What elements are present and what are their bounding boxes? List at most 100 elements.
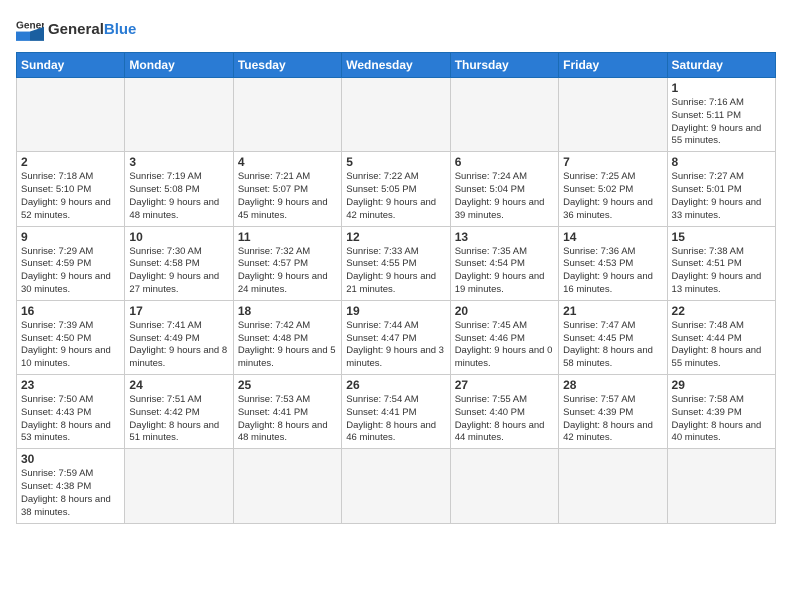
- day-info: Sunrise: 7:41 AM Sunset: 4:49 PM Dayligh…: [129, 320, 228, 371]
- calendar-cell: 16 Sunrise: 7:39 AM Sunset: 4:50 PM Dayli…: [17, 300, 125, 374]
- day-number: 17: [129, 304, 228, 318]
- day-number: 9: [21, 230, 120, 244]
- calendar-cell: 4Sunrise: 7:21 AM Sunset: 5:07 PM Daylig…: [233, 152, 341, 226]
- calendar-cell: [559, 449, 667, 523]
- day-info: Sunrise: 7:36 AM Sunset: 4:53 PM Dayligh…: [563, 246, 662, 297]
- calendar-cell: 30 Sunrise: 7:59 AM Sunset: 4:38 PM Dayli…: [17, 449, 125, 523]
- day-number: 27: [455, 378, 554, 392]
- calendar-cell: 24Sunrise: 7:51 AM Sunset: 4:42 PM Dayli…: [125, 375, 233, 449]
- weekday-header-tuesday: Tuesday: [233, 53, 341, 78]
- page: General GeneralBlue SundayMondayTuesdayW…: [0, 0, 792, 612]
- day-number: 26: [346, 378, 445, 392]
- day-info: Sunrise: 7:25 AM Sunset: 5:02 PM Dayligh…: [563, 171, 662, 222]
- calendar-cell: [125, 78, 233, 152]
- calendar-cell: 19 Sunrise: 7:44 AM Sunset: 4:47 PM Dayli…: [342, 300, 450, 374]
- day-number: 7: [563, 155, 662, 169]
- day-number: 13: [455, 230, 554, 244]
- calendar-cell: 25 Sunrise: 7:53 AM Sunset: 4:41 PM Dayli…: [233, 375, 341, 449]
- day-number: 25: [238, 378, 337, 392]
- day-info: Sunrise: 7:47 AM Sunset: 4:45 PM Dayligh…: [563, 320, 662, 371]
- day-number: 10: [129, 230, 228, 244]
- day-number: 20: [455, 304, 554, 318]
- day-info: Sunrise: 7:22 AM Sunset: 5:05 PM Dayligh…: [346, 171, 445, 222]
- calendar-cell: [342, 449, 450, 523]
- calendar-week-row: 30 Sunrise: 7:59 AM Sunset: 4:38 PM Dayli…: [17, 449, 776, 523]
- day-number: 11: [238, 230, 337, 244]
- day-number: 22: [672, 304, 771, 318]
- weekday-header-sunday: Sunday: [17, 53, 125, 78]
- day-number: 28: [563, 378, 662, 392]
- calendar-week-row: 1Sunrise: 7:16 AM Sunset: 5:11 PM Daylig…: [17, 78, 776, 152]
- calendar-cell: 15 Sunrise: 7:38 AM Sunset: 4:51 PM Dayli…: [667, 226, 775, 300]
- weekday-header-wednesday: Wednesday: [342, 53, 450, 78]
- day-number: 16: [21, 304, 120, 318]
- day-number: 5: [346, 155, 445, 169]
- calendar-cell: 6 Sunrise: 7:24 AM Sunset: 5:04 PM Daylig…: [450, 152, 558, 226]
- day-number: 8: [672, 155, 771, 169]
- calendar-cell: 17 Sunrise: 7:41 AM Sunset: 4:49 PM Dayli…: [125, 300, 233, 374]
- day-info: Sunrise: 7:24 AM Sunset: 5:04 PM Dayligh…: [455, 171, 554, 222]
- calendar-table: SundayMondayTuesdayWednesdayThursdayFrid…: [16, 52, 776, 524]
- day-info: Sunrise: 7:38 AM Sunset: 4:51 PM Dayligh…: [672, 246, 771, 297]
- day-number: 18: [238, 304, 337, 318]
- calendar-cell: 9 Sunrise: 7:29 AM Sunset: 4:59 PM Daylig…: [17, 226, 125, 300]
- day-number: 14: [563, 230, 662, 244]
- calendar-cell: 18 Sunrise: 7:42 AM Sunset: 4:48 PM Dayli…: [233, 300, 341, 374]
- calendar-week-row: 23 Sunrise: 7:50 AM Sunset: 4:43 PM Dayli…: [17, 375, 776, 449]
- calendar-cell: 7 Sunrise: 7:25 AM Sunset: 5:02 PM Daylig…: [559, 152, 667, 226]
- day-info: Sunrise: 7:54 AM Sunset: 4:41 PM Dayligh…: [346, 394, 445, 445]
- day-info: Sunrise: 7:27 AM Sunset: 5:01 PM Dayligh…: [672, 171, 771, 222]
- day-number: 30: [21, 452, 120, 466]
- weekday-header-monday: Monday: [125, 53, 233, 78]
- calendar-cell: [125, 449, 233, 523]
- day-info: Sunrise: 7:58 AM Sunset: 4:39 PM Dayligh…: [672, 394, 771, 445]
- day-info: Sunrise: 7:42 AM Sunset: 4:48 PM Dayligh…: [238, 320, 337, 371]
- calendar-cell: 5 Sunrise: 7:22 AM Sunset: 5:05 PM Daylig…: [342, 152, 450, 226]
- calendar-week-row: 9 Sunrise: 7:29 AM Sunset: 4:59 PM Daylig…: [17, 226, 776, 300]
- calendar-cell: [450, 78, 558, 152]
- calendar-cell: 12Sunrise: 7:33 AM Sunset: 4:55 PM Dayli…: [342, 226, 450, 300]
- day-info: Sunrise: 7:39 AM Sunset: 4:50 PM Dayligh…: [21, 320, 120, 371]
- day-info: Sunrise: 7:50 AM Sunset: 4:43 PM Dayligh…: [21, 394, 120, 445]
- weekday-header-row: SundayMondayTuesdayWednesdayThursdayFrid…: [17, 53, 776, 78]
- calendar-cell: 21 Sunrise: 7:47 AM Sunset: 4:45 PM Dayli…: [559, 300, 667, 374]
- day-info: Sunrise: 7:30 AM Sunset: 4:58 PM Dayligh…: [129, 246, 228, 297]
- day-number: 4: [238, 155, 337, 169]
- weekday-header-friday: Friday: [559, 53, 667, 78]
- day-number: 15: [672, 230, 771, 244]
- calendar-cell: 2Sunrise: 7:18 AM Sunset: 5:10 PM Daylig…: [17, 152, 125, 226]
- calendar-cell: 3Sunrise: 7:19 AM Sunset: 5:08 PM Daylig…: [125, 152, 233, 226]
- calendar-cell: 20 Sunrise: 7:45 AM Sunset: 4:46 PM Dayli…: [450, 300, 558, 374]
- calendar-cell: [667, 449, 775, 523]
- calendar-cell: 14 Sunrise: 7:36 AM Sunset: 4:53 PM Dayli…: [559, 226, 667, 300]
- calendar-cell: 10 Sunrise: 7:30 AM Sunset: 4:58 PM Dayli…: [125, 226, 233, 300]
- calendar-week-row: 16 Sunrise: 7:39 AM Sunset: 4:50 PM Dayli…: [17, 300, 776, 374]
- logo-text: GeneralBlue: [48, 22, 136, 39]
- day-number: 24: [129, 378, 228, 392]
- day-info: Sunrise: 7:35 AM Sunset: 4:54 PM Dayligh…: [455, 246, 554, 297]
- day-number: 23: [21, 378, 120, 392]
- logo: General GeneralBlue: [16, 16, 136, 44]
- day-info: Sunrise: 7:53 AM Sunset: 4:41 PM Dayligh…: [238, 394, 337, 445]
- day-info: Sunrise: 7:48 AM Sunset: 4:44 PM Dayligh…: [672, 320, 771, 371]
- calendar-cell: 11Sunrise: 7:32 AM Sunset: 4:57 PM Dayli…: [233, 226, 341, 300]
- weekday-header-saturday: Saturday: [667, 53, 775, 78]
- day-number: 19: [346, 304, 445, 318]
- calendar-cell: [342, 78, 450, 152]
- day-info: Sunrise: 7:33 AM Sunset: 4:55 PM Dayligh…: [346, 246, 445, 297]
- calendar-cell: 23 Sunrise: 7:50 AM Sunset: 4:43 PM Dayli…: [17, 375, 125, 449]
- day-info: Sunrise: 7:44 AM Sunset: 4:47 PM Dayligh…: [346, 320, 445, 371]
- day-info: Sunrise: 7:57 AM Sunset: 4:39 PM Dayligh…: [563, 394, 662, 445]
- calendar-cell: 29 Sunrise: 7:58 AM Sunset: 4:39 PM Dayli…: [667, 375, 775, 449]
- generalblue-logo-icon: General: [16, 16, 44, 44]
- day-info: Sunrise: 7:45 AM Sunset: 4:46 PM Dayligh…: [455, 320, 554, 371]
- day-info: Sunrise: 7:16 AM Sunset: 5:11 PM Dayligh…: [672, 97, 771, 148]
- day-info: Sunrise: 7:59 AM Sunset: 4:38 PM Dayligh…: [21, 468, 120, 519]
- calendar-cell: 13 Sunrise: 7:35 AM Sunset: 4:54 PM Dayli…: [450, 226, 558, 300]
- day-info: Sunrise: 7:29 AM Sunset: 4:59 PM Dayligh…: [21, 246, 120, 297]
- day-number: 29: [672, 378, 771, 392]
- day-number: 21: [563, 304, 662, 318]
- calendar-cell: [233, 78, 341, 152]
- day-number: 6: [455, 155, 554, 169]
- day-info: Sunrise: 7:19 AM Sunset: 5:08 PM Dayligh…: [129, 171, 228, 222]
